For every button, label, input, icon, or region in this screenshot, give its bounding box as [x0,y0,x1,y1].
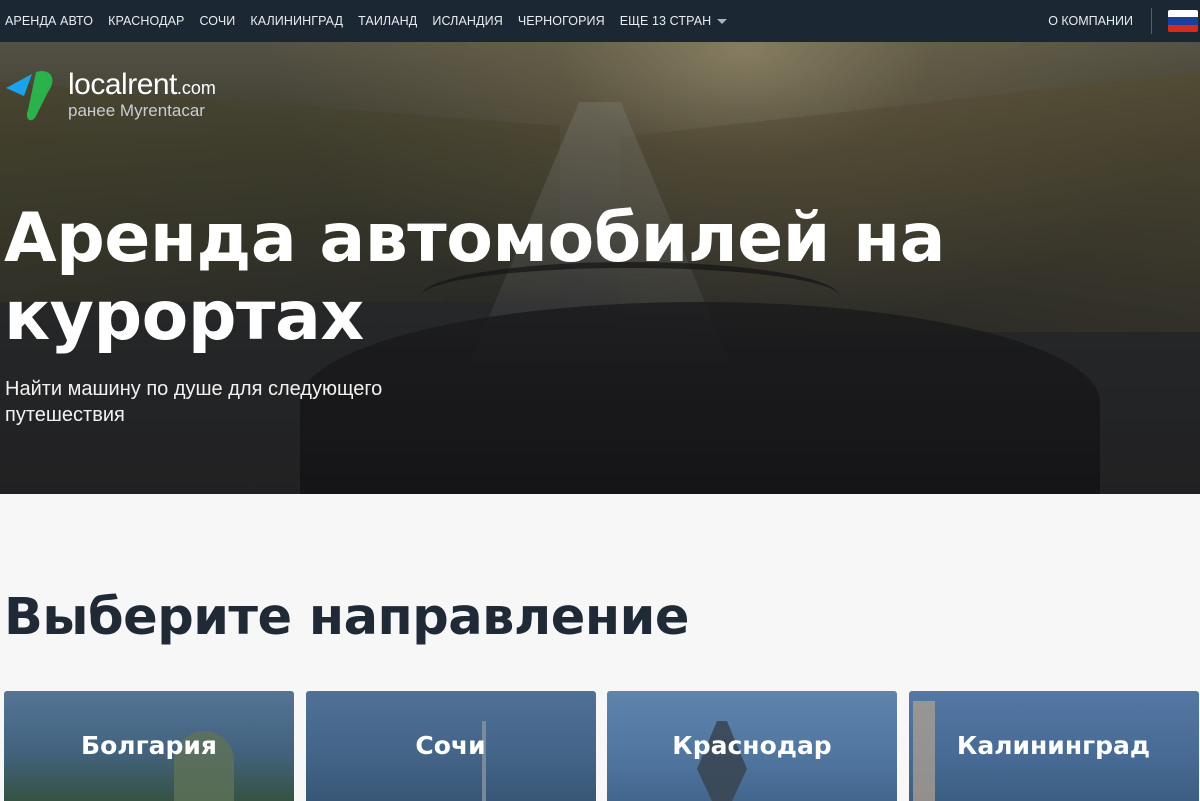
destination-card-label: Краснодар [672,731,832,760]
nav-link-car-rental[interactable]: АРЕНДА АВТО [5,14,93,28]
logo-text: localrent.com ранее Myrentacar [68,70,216,120]
destination-card-bulgaria[interactable]: Болгария [4,691,294,801]
destination-cards: Болгария Сочи Краснодар Калининград [4,691,1200,801]
flag-stripe-blue [1168,17,1198,25]
flag-stripe-red [1168,24,1198,32]
nav-link-iceland[interactable]: ИСЛАНДИЯ [432,14,502,28]
destination-card-label: Калининград [956,731,1151,760]
destinations-title: Выберите направление [4,588,689,647]
destination-card-sochi[interactable]: Сочи [305,691,596,801]
logo-brand-name: localrent [68,68,177,101]
localrent-logo-icon [6,71,53,121]
destination-card-label: Сочи [415,731,486,760]
logo-formerly: ранее Myrentacar [68,101,205,120]
nav-link-sochi[interactable]: СОЧИ [199,14,235,28]
russia-flag-icon[interactable] [1168,10,1198,32]
nav-more-label: ЕЩЕ 13 СТРАН [619,14,712,28]
nav-link-thailand[interactable]: ТАИЛАНД [358,14,417,28]
logo-brand-suffix: .com [176,78,216,98]
nav-link-montenegro[interactable]: ЧЕРНОГОРИЯ [518,14,605,28]
nav-more-countries-dropdown[interactable]: ЕЩЕ 13 СТРАН [620,14,728,28]
top-navigation: АРЕНДА АВТО КРАСНОДАР СОЧИ КАЛИНИНГРАД Т… [0,0,1200,42]
destination-card-label: Болгария [81,731,217,760]
nav-link-krasnodar[interactable]: КРАСНОДАР [108,14,184,28]
site-logo[interactable]: localrent.com ранее Myrentacar [6,70,216,124]
nav-divider [1151,8,1152,34]
nav-link-about-company[interactable]: О КОМПАНИИ [1048,14,1133,28]
hero-subtitle: Найти машину по душе для следующего путе… [5,378,383,426]
destination-card-krasnodar[interactable]: Краснодар [607,691,897,801]
chevron-down-icon [717,18,728,24]
nav-right: О КОМПАНИИ [1048,0,1200,42]
destination-card-kaliningrad[interactable]: Калининград [908,691,1199,801]
flag-stripe-white [1168,10,1198,18]
logo-brand: localrent.com [68,70,216,100]
nav-link-kaliningrad[interactable]: КАЛИНИНГРАД [250,14,343,28]
nav-links: АРЕНДА АВТО КРАСНОДАР СОЧИ КАЛИНИНГРАД Т… [0,0,742,42]
hero-title: Аренда автомобилей на курортах [4,199,945,356]
